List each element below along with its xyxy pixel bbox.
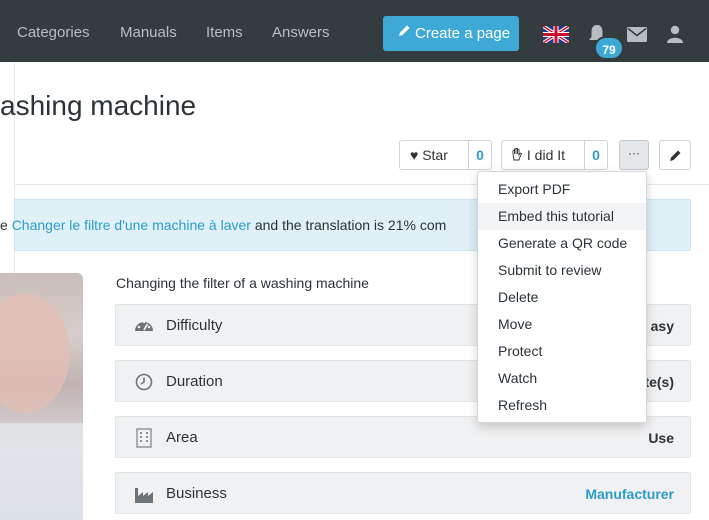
menu-item-watch[interactable]: Watch — [478, 365, 646, 392]
business-value-link[interactable]: Manufacturer — [585, 486, 674, 502]
photo-paper — [0, 423, 83, 520]
area-value: Use — [648, 430, 674, 446]
photo-hand — [0, 293, 70, 413]
difficulty-label: Difficulty — [166, 317, 223, 334]
area-label: Area — [166, 429, 198, 446]
original-tutorial-link[interactable]: Changer le filtre d'une machine à laver — [12, 217, 251, 233]
menu-item-generate-qr-code[interactable]: Generate a QR code — [478, 230, 646, 257]
create-page-button[interactable]: Create a page — [383, 16, 519, 51]
top-navbar: Categories Manuals Items Answers Create … — [0, 0, 709, 62]
menu-item-refresh[interactable]: Refresh — [478, 392, 646, 419]
nav-manuals-link[interactable]: Manuals — [120, 24, 177, 41]
translation-info-text: e Changer le filtre d'une machine à lave… — [0, 217, 446, 233]
business-label: Business — [166, 485, 227, 502]
uk-flag-icon[interactable] — [543, 26, 569, 43]
star-label: Star — [422, 147, 448, 163]
nav-answers-link[interactable]: Answers — [272, 24, 330, 41]
menu-item-embed-tutorial[interactable]: Embed this tutorial — [478, 203, 646, 230]
factory-icon — [135, 488, 153, 503]
star-count: 0 — [468, 141, 491, 169]
mail-icon[interactable] — [627, 27, 647, 42]
pencil-edit-icon — [670, 150, 681, 161]
duration-label: Duration — [166, 373, 223, 390]
i-did-it-button[interactable]: I did It 0 — [501, 140, 608, 170]
notification-badge[interactable]: 79 — [594, 36, 624, 60]
hand-icon — [511, 147, 527, 163]
page-title: ashing machine — [0, 90, 197, 121]
building-icon — [136, 428, 152, 448]
menu-item-delete[interactable]: Delete — [478, 284, 646, 311]
info-suffix: and the translation is 21% com — [250, 217, 447, 233]
menu-item-protect[interactable]: Protect — [478, 338, 646, 365]
menu-item-submit-to-review[interactable]: Submit to review — [478, 257, 646, 284]
nav-items-link[interactable]: Items — [206, 24, 243, 41]
tutorial-summary: Changing the filter of a washing machine — [116, 275, 369, 291]
menu-item-move[interactable]: Move — [478, 311, 646, 338]
pencil-icon — [397, 16, 411, 51]
business-row: Business Manufacturer — [115, 472, 691, 514]
nav-categories-link[interactable]: Categories — [17, 24, 90, 41]
clock-icon — [135, 373, 153, 391]
menu-item-export-pdf[interactable]: Export PDF — [478, 176, 646, 203]
create-page-label: Create a page — [415, 25, 511, 42]
gauge-icon — [135, 320, 153, 331]
duration-value: te(s) — [644, 374, 674, 390]
more-options-button[interactable]: ··· — [619, 140, 649, 170]
i-did-it-count: 0 — [584, 141, 607, 169]
difficulty-value: asy — [650, 318, 674, 334]
info-prefix: e — [0, 217, 12, 233]
user-icon[interactable] — [667, 25, 683, 43]
more-options-menu: Export PDF Embed this tutorial Generate … — [477, 171, 647, 423]
heart-icon: ♥ — [410, 147, 419, 163]
edit-button[interactable] — [659, 140, 691, 170]
star-button[interactable]: ♥ Star 0 — [399, 140, 492, 170]
i-did-it-label: I did It — [526, 147, 566, 163]
tutorial-cover-image[interactable] — [0, 273, 83, 520]
